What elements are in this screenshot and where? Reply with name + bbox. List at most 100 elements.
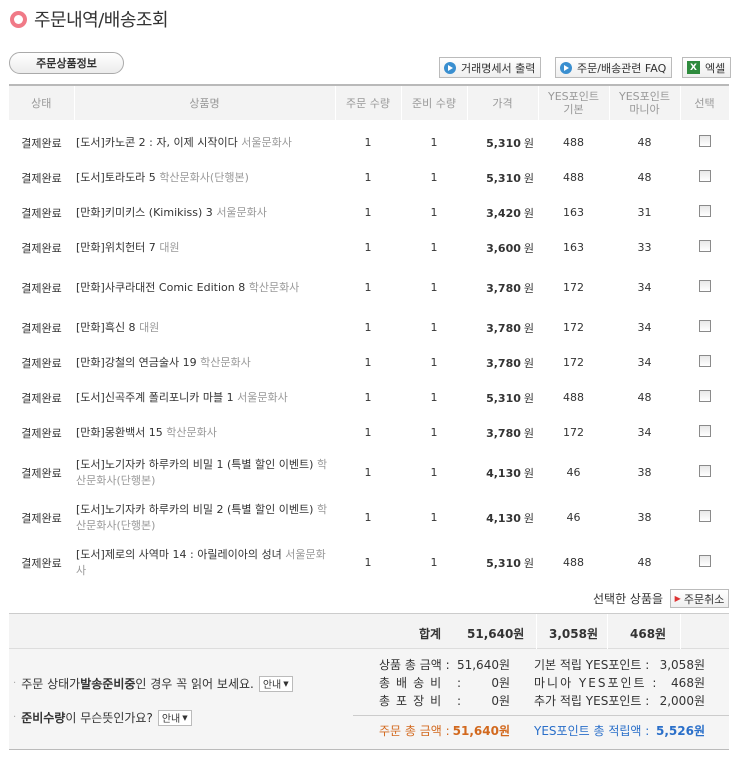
play-circle-icon: [560, 61, 572, 74]
row-checkbox[interactable]: [698, 390, 711, 402]
ready-qty: 1: [430, 426, 438, 439]
select-cell: [680, 265, 729, 310]
price: 5,310 원: [486, 171, 534, 185]
excel-button[interactable]: X 엑셀: [682, 57, 732, 78]
product-title[interactable]: [만화]강철의 연금술사 19: [76, 356, 197, 369]
faq-button[interactable]: 주문/배송관련 FAQ: [555, 57, 673, 78]
ready-qty: 1: [430, 391, 438, 404]
info-button-shipping[interactable]: 안내 ▼: [258, 675, 293, 692]
product-title[interactable]: [만화]키미키스 (Kimikiss) 3: [76, 206, 213, 219]
totals-basic-points: 3,058원: [549, 627, 598, 641]
table-row: 결제완료 [도서]제로의 사역마 14 : 아릴레이아의 성녀 서울문화사 1 1 5,…: [9, 540, 729, 585]
product-name[interactable]: [도서]신곡주계 폴리포니카 마블 1 서울문화사: [74, 380, 335, 415]
select-cell: [680, 230, 729, 265]
publisher: 학산문화사: [248, 280, 300, 294]
select-cell: [680, 540, 729, 585]
product-name[interactable]: [도서]토라도라 5 학산문화사(단행본): [74, 160, 335, 195]
yes-basic-points: 488: [563, 136, 584, 149]
excel-icon: X: [687, 61, 700, 74]
product-title[interactable]: [만화]몽환백서 15: [76, 426, 163, 439]
basic-points: 기본 적립 YES포인트 :3,058원: [534, 658, 705, 672]
yes-basic-points: 172: [563, 356, 584, 369]
cancel-order-label: 주문취소: [683, 592, 725, 606]
yes-basic-points: 46: [566, 466, 581, 479]
order-qty: 1: [364, 511, 372, 524]
col-select: 선택: [680, 86, 730, 120]
product-title[interactable]: [만화]흑신 8: [76, 321, 136, 334]
row-checkbox[interactable]: [698, 425, 711, 437]
order-status: 결제완료: [21, 556, 62, 570]
order-qty: 1: [364, 136, 372, 149]
col-ready-qty: 준비 수량: [401, 86, 468, 120]
order-total: 주문 총 금액 :51,640원: [379, 724, 510, 738]
yes-mania-points: 48: [637, 171, 652, 184]
product-name[interactable]: [만화]강철의 연금술사 19 학산문화사: [74, 345, 335, 380]
product-title[interactable]: [도서]노기자카 하루카의 비밀 2 (특별 할인 이벤트): [76, 503, 313, 516]
col-price: 가격: [467, 86, 539, 120]
order-status: 결제완료: [21, 136, 62, 150]
tab-order-product-info[interactable]: 주문상품정보: [9, 52, 124, 74]
table-header-row: 상태 상품명 주문 수량 준비 수량 가격 YES포인트 기본 YES포인트 마니아…: [9, 86, 730, 120]
product-name[interactable]: [만화]흑신 8 대원: [74, 310, 335, 345]
ready-qty: 1: [430, 241, 438, 254]
ready-qty: 1: [430, 466, 438, 479]
product-name[interactable]: [만화]키미키스 (Kimikiss) 3 서울문화사: [74, 195, 335, 230]
row-checkbox[interactable]: [698, 170, 711, 182]
bullet-icon: ·: [13, 712, 17, 723]
product-title[interactable]: [도서]노기자카 하루카의 비밀 1 (특별 할인 이벤트): [76, 458, 313, 471]
publisher: 학산문화사: [166, 425, 217, 439]
info-button-ready-qty[interactable]: 안내 ▼: [157, 709, 192, 726]
product-title[interactable]: [도서]제로의 사역마 14 : 아릴레이아의 성녀: [76, 548, 282, 561]
product-title[interactable]: [도서]카노콘 2 : 자, 이제 시작이다: [76, 136, 238, 149]
product-name[interactable]: [도서]카노콘 2 : 자, 이제 시작이다 서울문화사: [74, 125, 335, 160]
summary-panel: · 주문 상태가 발송준비중 인 경우 꼭 읽어 보세요. 안내 ▼ · 준비수량 이…: [9, 649, 729, 750]
yes-basic-points: 488: [563, 171, 584, 184]
page-title-text: 주문내역/배송조회: [34, 10, 169, 31]
product-name[interactable]: [만화]위치헌터 7 대원: [74, 230, 335, 265]
row-checkbox[interactable]: [698, 355, 711, 367]
row-checkbox[interactable]: [698, 555, 711, 567]
price: 3,780 원: [486, 426, 534, 440]
totals-row: 합계 51,640원 3,058원 468원: [9, 613, 729, 650]
ready-qty: 1: [430, 281, 438, 294]
table-row: 결제완료 [만화]흑신 8 대원 1 1 3,780 원 172 34: [9, 310, 729, 345]
publisher: 대원: [139, 320, 160, 334]
row-checkbox[interactable]: [698, 240, 711, 252]
product-name[interactable]: [만화]몽환백서 15 학산문화사: [74, 415, 335, 450]
table-row: 결제완료 [도서]노기자카 하루카의 비밀 1 (특별 할인 이벤트) 학산문화사…: [9, 450, 729, 495]
product-title[interactable]: [만화]위치헌터 7: [76, 241, 156, 254]
row-checkbox[interactable]: [698, 510, 711, 522]
publisher: 서울문화사: [241, 135, 292, 149]
product-title[interactable]: [도서]신곡주계 폴리포니카 마블 1: [76, 391, 234, 404]
ready-qty: 1: [430, 171, 438, 184]
table-row: 결제완료 [도서]신곡주계 폴리포니카 마블 1 서울문화사 1 1 5,310 원 488…: [9, 380, 729, 415]
select-cell: [680, 345, 729, 380]
row-checkbox[interactable]: [698, 205, 711, 217]
order-qty: 1: [364, 466, 372, 479]
price: 4,130 원: [486, 466, 534, 480]
selection-label: 선택한 상품을: [593, 592, 664, 606]
chevron-down-icon: ▼: [182, 713, 188, 722]
ready-qty-note: · 준비수량 이 무슨뜻인가요? 안내 ▼: [9, 709, 192, 726]
shipping-ready-note: · 주문 상태가 발송준비중 인 경우 꼭 읽어 보세요. 안내 ▼: [9, 675, 293, 692]
print-statement-button[interactable]: 거래명세서 출력: [439, 57, 542, 78]
product-name[interactable]: [도서]제로의 사역마 14 : 아릴레이아의 성녀 서울문화사: [74, 540, 335, 585]
row-checkbox[interactable]: [698, 320, 711, 332]
row-checkbox[interactable]: [698, 135, 711, 147]
order-qty: 1: [364, 206, 372, 219]
cancel-order-button[interactable]: ▶ 주문취소: [670, 589, 729, 608]
yes-mania-points: 31: [637, 206, 652, 219]
row-checkbox[interactable]: [698, 280, 711, 292]
row-checkbox[interactable]: [698, 465, 711, 477]
product-title[interactable]: [만화]사쿠라대전 Comic Edition 8: [76, 281, 245, 294]
product-name[interactable]: [만화]사쿠라대전 Comic Edition 8 학산문화사: [74, 265, 335, 310]
product-name[interactable]: [도서]노기자카 하루카의 비밀 2 (특별 할인 이벤트) 학산문화사(단행본…: [74, 495, 335, 540]
product-name[interactable]: [도서]노기자카 하루카의 비밀 1 (특별 할인 이벤트) 학산문화사(단행본…: [74, 450, 335, 495]
order-table: 상태 상품명 주문 수량 준비 수량 가격 YES포인트 기본 YES포인트 마니아…: [9, 86, 730, 585]
summary-divider: [353, 715, 729, 716]
product-total: 상품 총 금액 :51,640원: [379, 658, 510, 672]
chevron-down-icon: ▼: [283, 679, 289, 688]
order-qty: 1: [364, 426, 372, 439]
product-title[interactable]: [도서]토라도라 5: [76, 171, 156, 184]
order-qty: 1: [364, 321, 372, 334]
